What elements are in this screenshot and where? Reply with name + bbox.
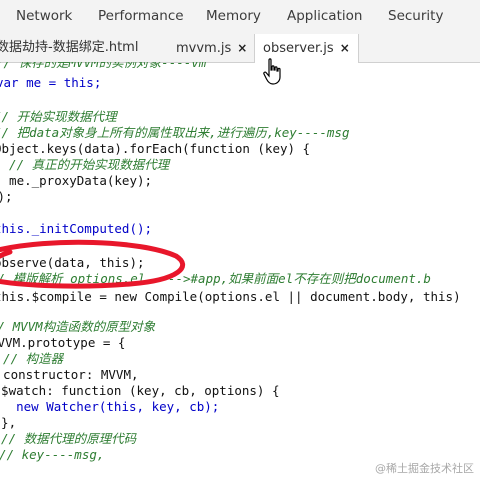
code-line: new Watcher(this, key, cb); <box>0 399 220 414</box>
tab-security[interactable]: Security <box>388 8 443 24</box>
tab-application[interactable]: Application <box>287 8 362 24</box>
file-tab-mvvm[interactable]: mvvm.js × <box>176 34 247 62</box>
file-tab-label: mvvm.js <box>176 41 232 56</box>
tab-memory[interactable]: Memory <box>206 8 261 24</box>
file-tab-label: 数据劫持-数据绑定.html <box>0 40 139 55</box>
devtools-panel-tabs: Network Performance Memory Application S… <box>0 0 480 35</box>
code-line: // key----msg, <box>0 447 105 462</box>
code-line: // 保存的是MVVM的实例对象----vm <box>0 62 207 70</box>
red-annotation-circle <box>0 239 186 289</box>
tab-performance[interactable]: Performance <box>98 8 184 24</box>
code-line: var me = this; <box>0 75 102 90</box>
watermark: @稀土掘金技术社区 <box>375 462 474 475</box>
file-tab-label: observer.js <box>263 41 334 56</box>
close-icon[interactable]: × <box>237 41 247 55</box>
file-tabs-bar: 数据劫持-数据绑定.html mvvm.js × observer.js × <box>0 34 480 63</box>
pointer-cursor-icon <box>263 58 281 85</box>
tab-network[interactable]: Network <box>16 8 72 24</box>
code-line: }); <box>0 189 13 204</box>
close-icon[interactable]: × <box>340 41 350 55</box>
code-line: me._proxyData(key); <box>0 173 153 188</box>
file-tab-html[interactable]: 数据劫持-数据绑定.html <box>0 34 138 62</box>
